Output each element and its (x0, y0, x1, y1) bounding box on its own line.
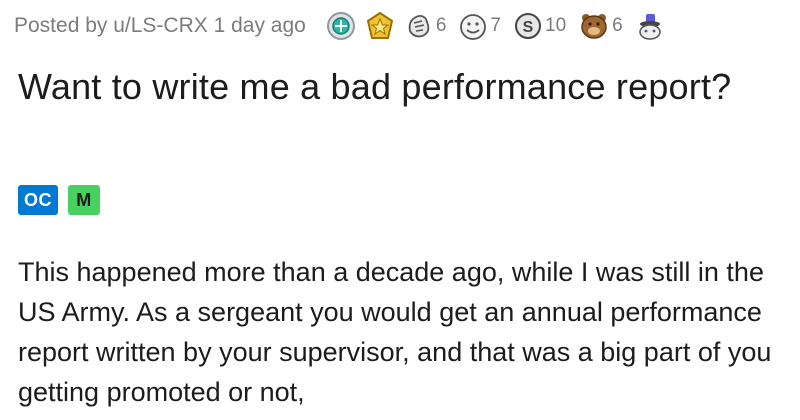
svg-text:S: S (523, 19, 534, 36)
silver-medal-icon (326, 11, 356, 41)
post-meta: Posted by u/LS-CRX 1 day ago (14, 14, 306, 37)
award-silver[interactable] (326, 11, 356, 41)
post-body: This happened more than a decade ago, wh… (18, 257, 772, 407)
hands-award-icon (404, 11, 434, 41)
award-count: 10 (545, 15, 567, 36)
gold-star-icon (364, 11, 396, 41)
award-coin[interactable]: S 10 (513, 11, 570, 41)
post-title[interactable]: Want to write me a bad performance repor… (18, 64, 778, 110)
award-gold[interactable] (364, 11, 396, 41)
award-face[interactable]: 7 (458, 11, 505, 41)
award-count: 7 (490, 15, 501, 36)
m-flair[interactable]: M (68, 185, 100, 215)
post-meta-row: Posted by u/LS-CRX 1 day ago 6 7 S 10 6 (14, 8, 673, 44)
award-count: 6 (612, 15, 623, 36)
face-award-icon (458, 11, 488, 41)
award-hat[interactable] (635, 11, 665, 41)
flair-row: OC M (18, 185, 100, 215)
hat-award-icon (635, 11, 665, 41)
award-count: 6 (435, 15, 447, 36)
bear-award-icon (578, 11, 610, 41)
award-hands[interactable]: 6 (404, 11, 451, 41)
coin-award-icon: S (513, 11, 543, 41)
award-bear[interactable]: 6 (578, 11, 627, 41)
oc-flair[interactable]: OC (18, 185, 58, 215)
